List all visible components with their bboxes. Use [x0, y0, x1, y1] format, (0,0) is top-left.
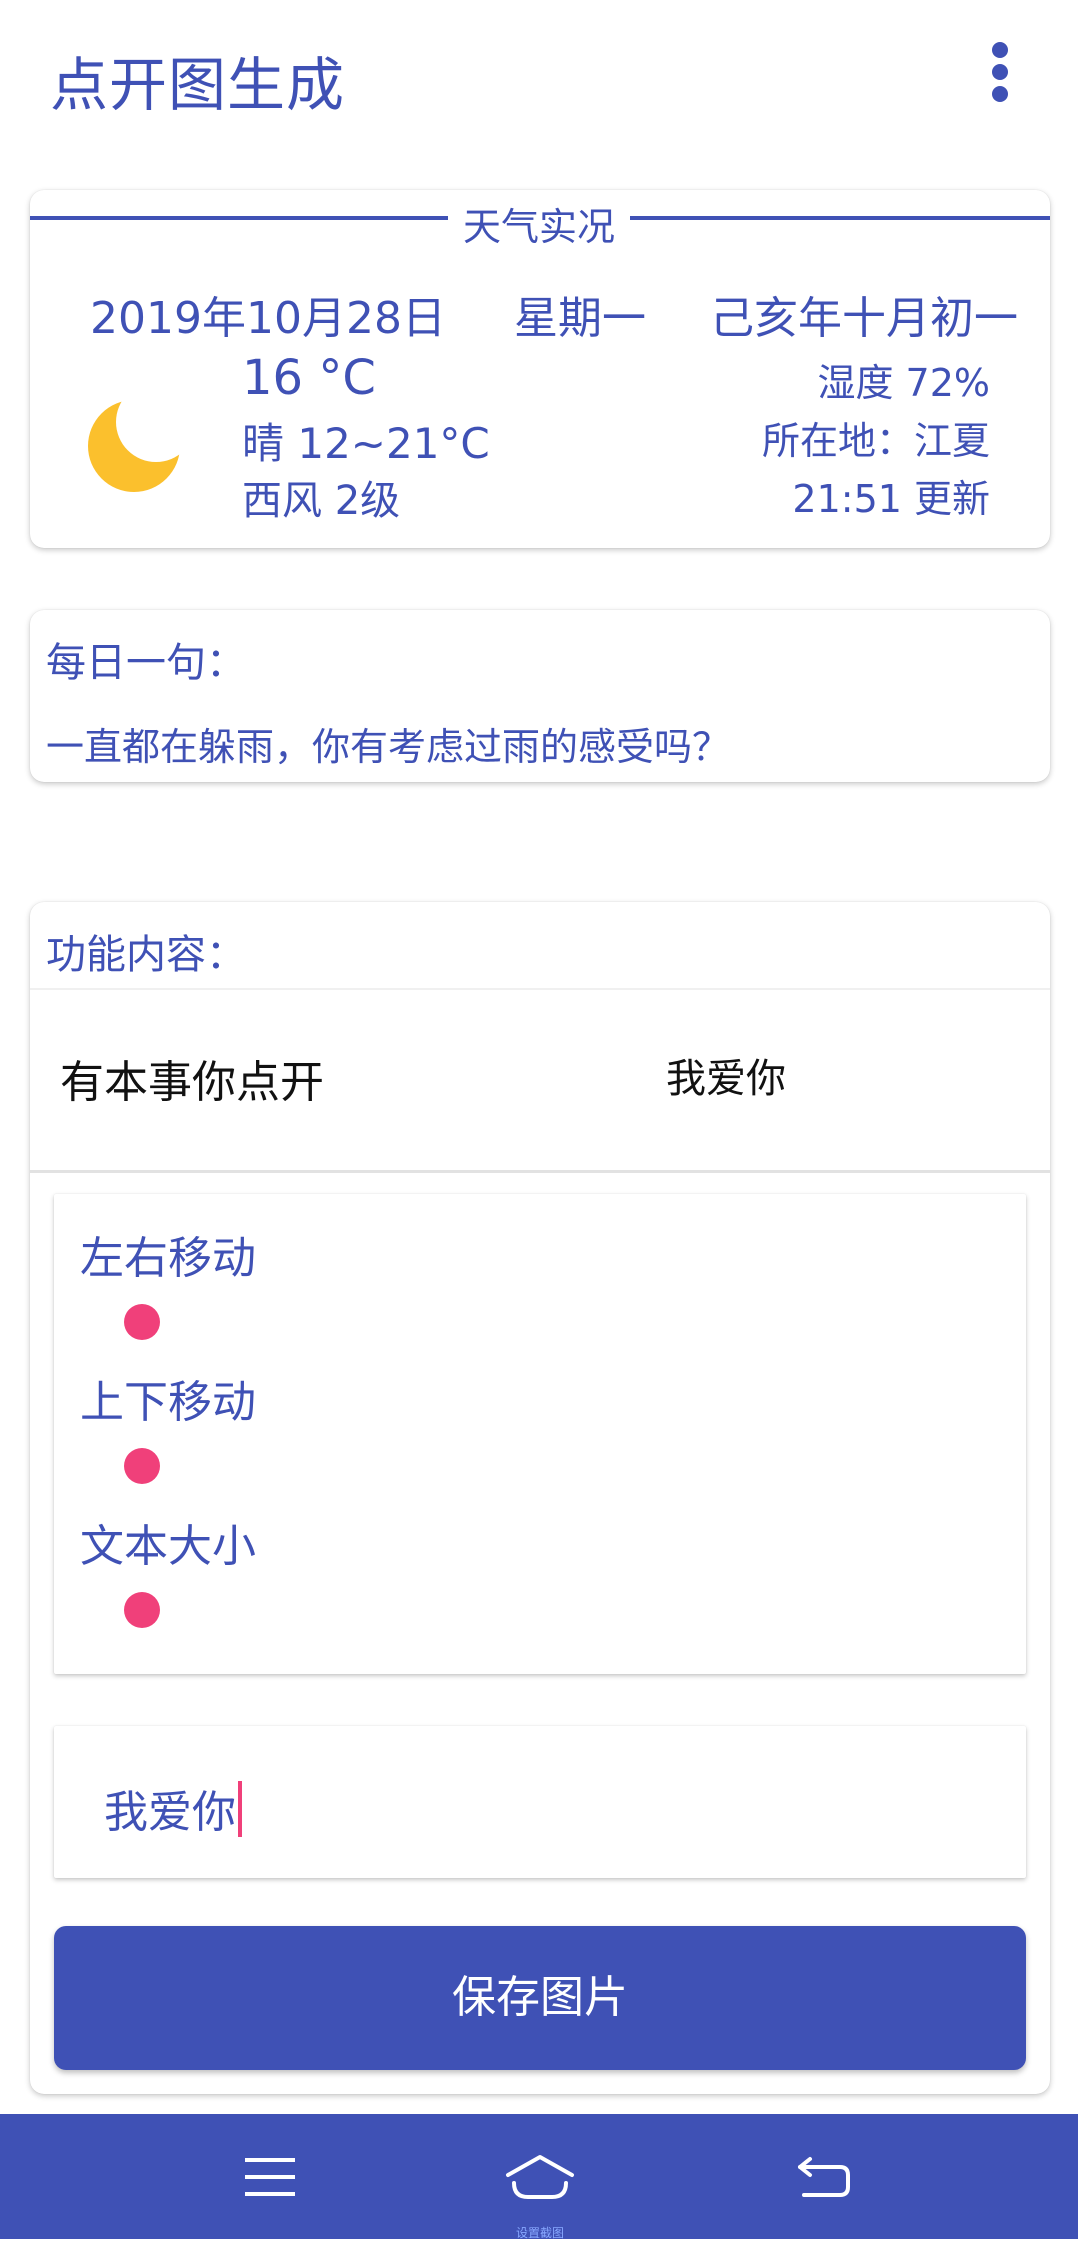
text-size-slider[interactable] — [94, 1584, 994, 1644]
weather-location: 所在地：江夏 — [761, 419, 990, 463]
preview-title-text: 有本事你点开 — [60, 1057, 324, 1108]
text-input-value: 我爱你 — [104, 1787, 236, 1838]
daily-quote-label: 每日一句： — [46, 640, 246, 686]
menu-icon[interactable] — [190, 2114, 350, 2239]
horizontal-move-label: 左右移动 — [80, 1233, 256, 1284]
text-input-content: 我爱你 — [104, 1776, 242, 1840]
weather-title-divider-right — [630, 216, 1050, 220]
home-caption: 设置截图 — [515, 2226, 564, 2240]
feature-card: 功能内容： 有本事你点开 我爱你 左右移动 上下移动 文本大小 我爱你 保存图片 — [30, 902, 1050, 2094]
slider-thumb[interactable] — [124, 1304, 160, 1340]
weather-updated-time: 21:51 更新 — [792, 477, 990, 521]
daily-quote-card: 每日一句： 一直都在躲雨，你有考虑过雨的感受吗？ — [30, 610, 1050, 782]
weather-title-divider-left — [30, 216, 448, 220]
horizontal-move-slider[interactable] — [94, 1296, 994, 1356]
weather-date: 2019年10月28日 — [90, 293, 446, 344]
daily-quote-text: 一直都在躲雨，你有考虑过雨的感受吗？ — [46, 725, 731, 769]
slider-thumb[interactable] — [124, 1592, 160, 1628]
home-icon[interactable] — [460, 2114, 620, 2239]
adjustment-controls-card: 左右移动 上下移动 文本大小 — [54, 1194, 1026, 1674]
text-size-label: 文本大小 — [80, 1521, 256, 1572]
overflow-menu-icon[interactable] — [985, 36, 1015, 108]
weather-card: 天气实况 2019年10月28日 星期一 己亥年十月初一 16 °C 晴 12~… — [30, 190, 1050, 548]
text-cursor — [238, 1781, 242, 1837]
weather-lunar-date: 己亥年十月初一 — [710, 293, 1018, 344]
vertical-move-slider[interactable] — [94, 1440, 994, 1500]
moon-icon — [86, 396, 182, 492]
vertical-move-label: 上下移动 — [80, 1377, 256, 1428]
weather-temperature: 16 °C — [242, 350, 376, 406]
preview-overlay-text: 我爱你 — [666, 1056, 786, 1102]
slider-thumb[interactable] — [124, 1448, 160, 1484]
image-preview[interactable]: 有本事你点开 我爱你 — [30, 990, 1050, 1173]
weather-wind: 西风 2级 — [242, 478, 401, 524]
app-title: 点开图生成 — [50, 51, 346, 119]
weather-condition-range: 晴 12~21°C — [242, 419, 490, 468]
save-image-button[interactable]: 保存图片 — [54, 1926, 1026, 2070]
weather-section-title: 天气实况 — [462, 205, 615, 249]
system-navigation-bar: 设置截图 — [0, 2114, 1078, 2240]
weather-weekday: 星期一 — [514, 293, 646, 344]
text-input-field[interactable]: 我爱你 — [54, 1726, 1026, 1878]
back-icon[interactable] — [744, 2114, 904, 2239]
weather-humidity: 湿度 72% — [817, 361, 990, 405]
app-bar: 点开图生成 — [0, 0, 1078, 150]
feature-section-label: 功能内容： — [46, 932, 246, 978]
